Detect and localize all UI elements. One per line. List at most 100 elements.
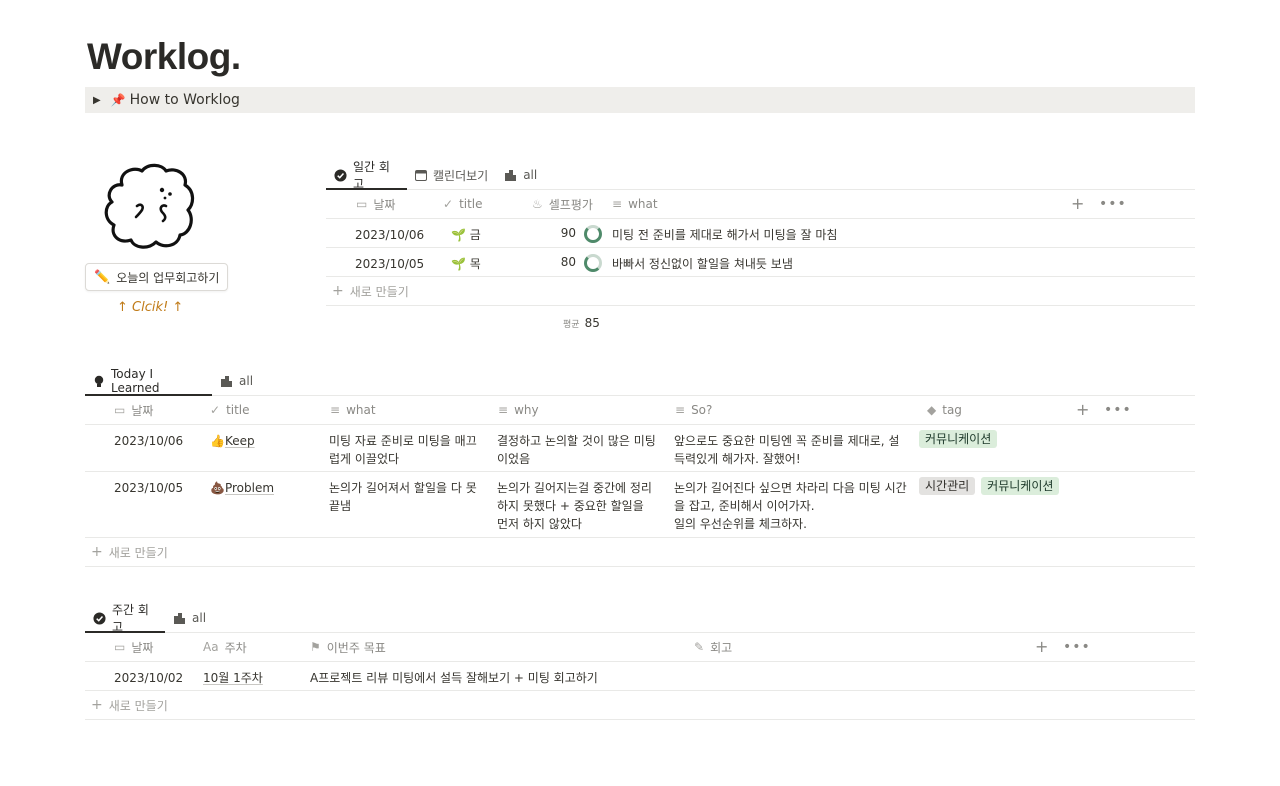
new-row-button[interactable]: + 새로 만들기 — [326, 277, 1195, 306]
col-title[interactable]: ✓ title — [200, 396, 320, 424]
row-so: 논의가 길어진다 싶으면 차라리 다음 미팅 시간을 잡고, 준비해서 이어가자… — [665, 472, 917, 537]
row-score: 90 — [522, 219, 602, 247]
col-what[interactable]: ≡ what — [602, 190, 902, 218]
row-so-line: 논의가 길어진다 싶으면 차라리 다음 미팅 시간을 잡고, 준비해서 이어가자… — [674, 481, 907, 513]
tag-chip: 시간관리 — [919, 477, 976, 495]
tag-chip: 커뮤니케이션 — [919, 430, 998, 448]
col-label: 날짜 — [373, 197, 396, 212]
check-icon: ✓ — [443, 197, 454, 211]
col-so[interactable]: ≡ So? — [665, 396, 917, 424]
tab-weekly-review[interactable]: 주간 회고 — [85, 603, 165, 634]
til-tabs: Today I Learned all — [85, 367, 1195, 396]
add-column-icon[interactable]: + — [1071, 194, 1084, 213]
col-label: So? — [691, 403, 713, 417]
col-date[interactable]: ▭ 날짜 — [85, 633, 193, 661]
new-row-button[interactable]: + 새로 만들기 — [85, 538, 1195, 567]
col-label: title — [226, 403, 250, 417]
col-what[interactable]: ≡ what — [320, 396, 488, 424]
row-week[interactable]: 10월 1주차 — [193, 662, 300, 690]
row-title[interactable]: 👍Keep — [200, 425, 320, 471]
tab-today-i-learned[interactable]: Today I Learned — [85, 367, 212, 396]
col-label: 날짜 — [131, 640, 154, 655]
row-why: 결정하고 논의할 것이 많은 미팅이었음 — [497, 434, 656, 466]
table-row[interactable]: 2023/10/05 🌱 목 80 바빠서 정신없이 할일을 쳐내듯 보냄 — [326, 248, 1195, 277]
stack-icon — [220, 375, 233, 388]
calendar-icon: ▭ — [114, 403, 126, 417]
new-row-label: 새로 만들기 — [108, 545, 168, 560]
tab-calendar-view[interactable]: 캘린더보기 — [407, 161, 496, 189]
col-tag[interactable]: ◆ tag — [917, 396, 1067, 424]
row-why: 논의가 길어지는걸 중간에 정리하지 못했다 + 중요한 할일을 먼저 하지 않… — [497, 481, 652, 531]
til-header-row: ▭ 날짜 ✓ title ≡ what ≡ why ≡ So? ◆ tag + ••• — [85, 396, 1195, 425]
tab-daily-review[interactable]: 일간 회고 — [326, 160, 407, 191]
row-what: 미팅 자료 준비로 미팅을 매끄럽게 이끌었다 — [329, 434, 477, 466]
row-review — [692, 662, 992, 690]
daily-review-db: 일간 회고 캘린더보기 all ▭ 날짜 ✓ title ♨ 셀프평가 ≡ what + — [326, 160, 1195, 306]
more-options-icon[interactable]: ••• — [1104, 402, 1132, 418]
text-lines-icon: ≡ — [498, 403, 509, 417]
col-self-eval[interactable]: ♨ 셀프평가 — [522, 190, 602, 218]
col-date[interactable]: ▭ 날짜 — [85, 396, 200, 424]
row-title[interactable]: 💩Problem — [200, 472, 320, 537]
col-title[interactable]: ✓ title — [433, 190, 522, 218]
click-note: ↑ Clcik! ↑ — [117, 300, 184, 315]
more-options-icon[interactable]: ••• — [1099, 196, 1127, 212]
score-value: 80 — [560, 255, 576, 269]
table-row[interactable]: 2023/10/05 💩Problem 논의가 길어져서 할일을 다 못 끝냄 … — [85, 472, 1195, 538]
col-date[interactable]: ▭ 날짜 — [326, 190, 433, 218]
character-illustration — [104, 163, 195, 249]
add-column-icon[interactable]: + — [1076, 400, 1089, 419]
row-title[interactable]: 🌱 금 — [433, 219, 522, 247]
more-options-icon[interactable]: ••• — [1063, 639, 1091, 655]
table-row[interactable]: 2023/10/02 10월 1주차 A프로젝트 리뷰 미팅에서 설득 잘해보기… — [85, 662, 1195, 691]
text-lines-icon: ≡ — [675, 403, 686, 417]
col-label: 이번주 목표 — [326, 640, 386, 655]
poop-icon: 💩 — [210, 481, 225, 495]
bulb-icon — [93, 375, 105, 388]
col-label: title — [459, 197, 483, 211]
new-row-label: 새로 만들기 — [108, 698, 168, 713]
tab-label: all — [523, 168, 538, 182]
how-to-toggle[interactable]: ▶ 📌 How to Worklog — [85, 87, 1195, 113]
row-date: 2023/10/02 — [114, 671, 184, 685]
tab-all[interactable]: all — [165, 604, 214, 632]
formula-icon: ♨ — [532, 197, 543, 211]
row-week-text: 10월 1주차 — [203, 671, 263, 685]
sprout-icon: 🌱 — [451, 257, 466, 271]
table-row[interactable]: 2023/10/06 🌱 금 90 미팅 전 준비를 제대로 해가서 미팅을 잘… — [326, 219, 1195, 248]
row-what: 논의가 길어져서 할일을 다 못 끝냄 — [329, 481, 477, 513]
row-so: 앞으로도 중요한 미팅엔 꼭 준비를 제대로, 설득력있게 해가자. 잘했어! — [674, 434, 900, 466]
table-row[interactable]: 2023/10/06 👍Keep 미팅 자료 준비로 미팅을 매끄럽게 이끌었다… — [85, 425, 1195, 472]
sprout-icon: 🌱 — [451, 228, 466, 242]
plus-icon: + — [91, 544, 103, 560]
col-review[interactable]: ✎ 회고 — [692, 633, 992, 661]
col-week[interactable]: Aa 주차 — [193, 633, 300, 661]
tab-all[interactable]: all — [496, 161, 545, 189]
daily-review-button-label: 오늘의 업무회고하기 — [116, 270, 220, 285]
calendar-icon: ▭ — [114, 640, 126, 654]
check-icon: ✓ — [210, 403, 221, 417]
toggle-triangle-icon[interactable]: ▶ — [93, 95, 101, 106]
row-date: 2023/10/05 — [114, 481, 184, 495]
tab-all[interactable]: all — [212, 367, 261, 395]
col-why[interactable]: ≡ why — [488, 396, 665, 424]
row-score: 80 — [522, 248, 602, 276]
plus-icon: + — [332, 283, 344, 299]
score-value: 90 — [560, 226, 576, 240]
text-lines-icon: ≡ — [330, 403, 341, 417]
daily-review-button[interactable]: ✏️ 오늘의 업무회고하기 — [85, 263, 228, 291]
col-label: tag — [942, 403, 962, 417]
add-column-icon[interactable]: + — [1035, 637, 1048, 656]
text-lines-icon: ≡ — [612, 197, 623, 211]
row-tags: 커뮤니케이션 — [917, 425, 1117, 471]
tab-label: 캘린더보기 — [433, 168, 489, 183]
row-title[interactable]: 🌱 목 — [433, 248, 522, 276]
plus-icon: + — [91, 697, 103, 713]
col-label: what — [346, 403, 376, 417]
daily-tabs: 일간 회고 캘린더보기 all — [326, 160, 1195, 191]
row-date: 2023/10/05 — [355, 257, 425, 271]
col-goal[interactable]: ⚑ 이번주 목표 — [300, 633, 692, 661]
new-row-button[interactable]: + 새로 만들기 — [85, 691, 1195, 720]
new-row-label: 새로 만들기 — [349, 284, 409, 299]
average-summary[interactable]: 평균 85 — [563, 316, 600, 330]
